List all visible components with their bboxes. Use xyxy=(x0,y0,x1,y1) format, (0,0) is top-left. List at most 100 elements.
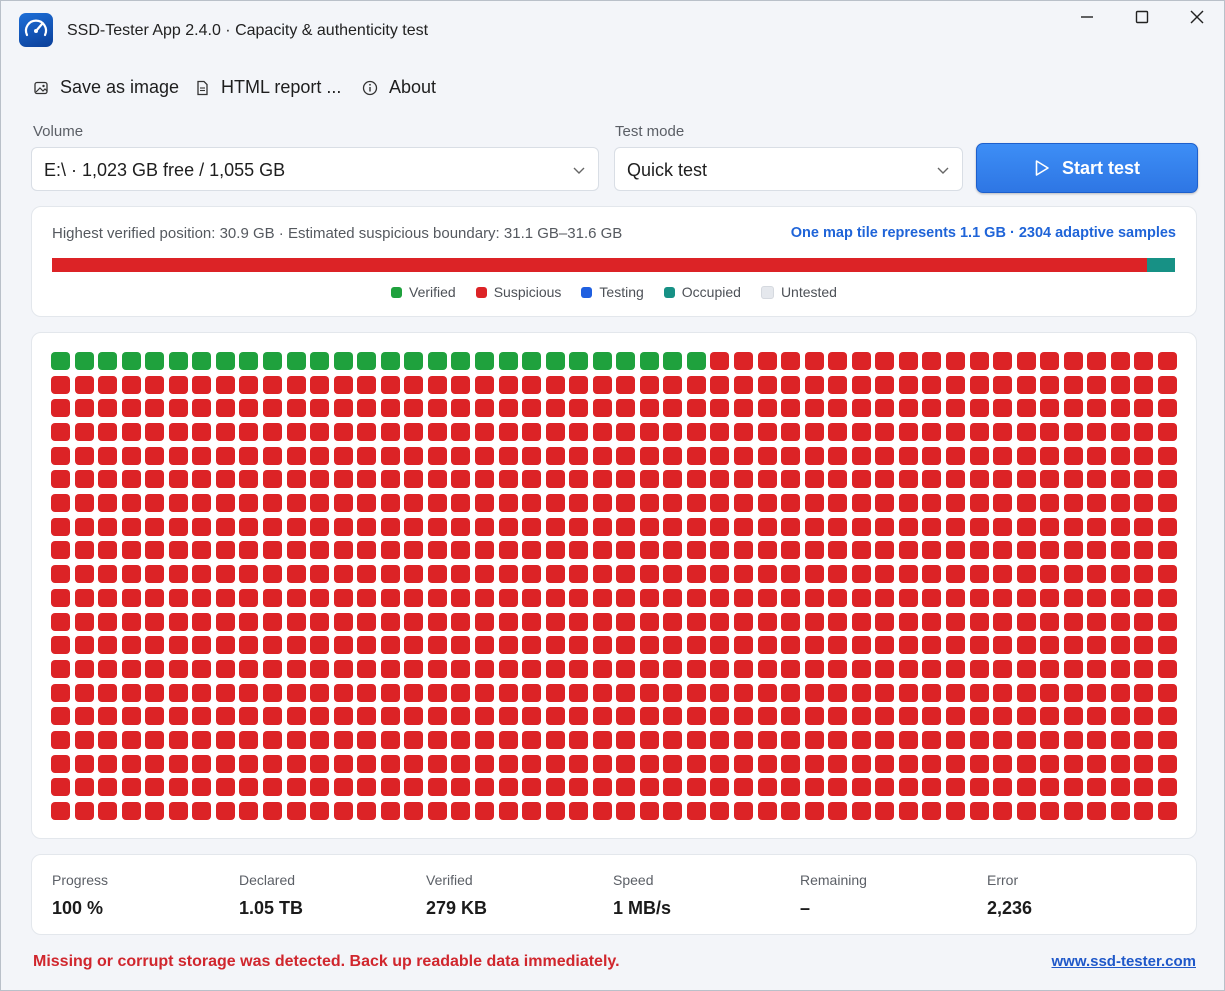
map-tile-suspicious xyxy=(169,470,188,488)
map-tile-suspicious xyxy=(451,376,470,394)
map-tile-suspicious xyxy=(404,684,423,702)
map-tile-suspicious xyxy=(522,802,541,820)
map-tile-suspicious xyxy=(946,731,965,749)
map-tile-verified xyxy=(334,352,353,370)
map-tile-suspicious xyxy=(946,399,965,417)
map-tile-suspicious xyxy=(569,778,588,796)
map-tile-suspicious xyxy=(51,589,70,607)
map-tile-suspicious xyxy=(616,565,635,583)
map-tile-suspicious xyxy=(310,660,329,678)
map-tile-suspicious xyxy=(169,518,188,536)
map-tile-suspicious xyxy=(569,376,588,394)
map-tile-suspicious xyxy=(687,802,706,820)
map-tile-suspicious xyxy=(263,707,282,725)
map-tile-suspicious xyxy=(828,565,847,583)
map-tile-suspicious xyxy=(546,684,565,702)
map-tile-suspicious xyxy=(970,399,989,417)
map-tile-suspicious xyxy=(616,778,635,796)
map-tile-suspicious xyxy=(75,423,94,441)
map-tile-suspicious xyxy=(946,660,965,678)
map-tile-suspicious xyxy=(1111,660,1130,678)
map-tile-suspicious xyxy=(1040,684,1059,702)
map-tile-suspicious xyxy=(922,376,941,394)
map-tile-suspicious xyxy=(522,660,541,678)
map-tile-suspicious xyxy=(593,778,612,796)
map-tile-suspicious xyxy=(569,660,588,678)
map-tile-suspicious xyxy=(922,423,941,441)
map-tile-suspicious xyxy=(569,518,588,536)
map-tile-suspicious xyxy=(946,589,965,607)
map-tile-suspicious xyxy=(828,352,847,370)
map-tile-verified xyxy=(640,352,659,370)
map-tile-suspicious xyxy=(710,755,729,773)
map-tile-suspicious xyxy=(546,778,565,796)
map-tile-suspicious xyxy=(75,731,94,749)
map-tile-suspicious xyxy=(1134,731,1153,749)
map-tile-suspicious xyxy=(852,541,871,559)
map-tile-suspicious xyxy=(1158,731,1177,749)
maximize-button[interactable] xyxy=(1122,9,1162,33)
map-tile-suspicious xyxy=(1017,755,1036,773)
map-tile-suspicious xyxy=(640,707,659,725)
map-tile-suspicious xyxy=(192,589,211,607)
map-tile-suspicious xyxy=(357,707,376,725)
map-tile-suspicious xyxy=(1064,447,1083,465)
map-tile-suspicious xyxy=(75,778,94,796)
map-tile-suspicious xyxy=(98,802,117,820)
map-tile-suspicious xyxy=(875,660,894,678)
map-tile-suspicious xyxy=(663,541,682,559)
map-tile-suspicious xyxy=(51,541,70,559)
test-mode-select[interactable]: Quick test xyxy=(614,147,963,191)
map-tile-suspicious xyxy=(404,447,423,465)
menu-html-report[interactable]: HTML report ... xyxy=(194,77,341,98)
map-tile-suspicious xyxy=(758,684,777,702)
map-tile-suspicious xyxy=(899,589,918,607)
map-tile-suspicious xyxy=(475,755,494,773)
map-tile-suspicious xyxy=(663,778,682,796)
map-tile-suspicious xyxy=(192,423,211,441)
tile-note: One map tile represents 1.1 GB · 2304 ad… xyxy=(790,225,1176,241)
map-tile-suspicious xyxy=(381,589,400,607)
map-tile-suspicious xyxy=(404,802,423,820)
menu-save-image[interactable]: Save as image xyxy=(33,77,179,98)
map-tile-suspicious xyxy=(1134,423,1153,441)
map-tile-suspicious xyxy=(970,684,989,702)
map-tile-suspicious xyxy=(145,470,164,488)
map-tile-suspicious xyxy=(805,778,824,796)
minimize-button[interactable] xyxy=(1067,9,1107,33)
map-tile-suspicious xyxy=(499,684,518,702)
map-tile-suspicious xyxy=(451,660,470,678)
map-tile-suspicious xyxy=(781,802,800,820)
map-tile-suspicious xyxy=(263,470,282,488)
map-tile-suspicious xyxy=(663,399,682,417)
map-tile-suspicious xyxy=(616,423,635,441)
website-link[interactable]: www.ssd-tester.com xyxy=(1052,953,1197,970)
map-tile-suspicious xyxy=(828,470,847,488)
start-test-button[interactable]: Start test xyxy=(976,143,1198,193)
close-button[interactable] xyxy=(1177,9,1217,33)
map-tile-suspicious xyxy=(1064,802,1083,820)
map-tile-suspicious xyxy=(310,376,329,394)
map-tile-suspicious xyxy=(263,541,282,559)
map-tile-suspicious xyxy=(970,423,989,441)
map-tile-suspicious xyxy=(805,423,824,441)
menu-about[interactable]: About xyxy=(362,77,436,98)
map-tile-suspicious xyxy=(875,541,894,559)
map-tile-suspicious xyxy=(663,731,682,749)
map-tile-suspicious xyxy=(758,541,777,559)
image-icon xyxy=(33,80,49,96)
map-tile-suspicious xyxy=(946,423,965,441)
map-tile-suspicious xyxy=(98,613,117,631)
map-tile-suspicious xyxy=(169,565,188,583)
map-tile-suspicious xyxy=(616,660,635,678)
map-tile-suspicious xyxy=(475,470,494,488)
map-tile-suspicious xyxy=(404,565,423,583)
map-tile-suspicious xyxy=(239,376,258,394)
map-tile-suspicious xyxy=(687,707,706,725)
map-tile-suspicious xyxy=(451,589,470,607)
map-tile-suspicious xyxy=(98,470,117,488)
map-tile-suspicious xyxy=(546,565,565,583)
volume-select[interactable]: E:\ · 1,023 GB free / 1,055 GB xyxy=(31,147,599,191)
map-tile-verified xyxy=(569,352,588,370)
map-tile-suspicious xyxy=(758,352,777,370)
